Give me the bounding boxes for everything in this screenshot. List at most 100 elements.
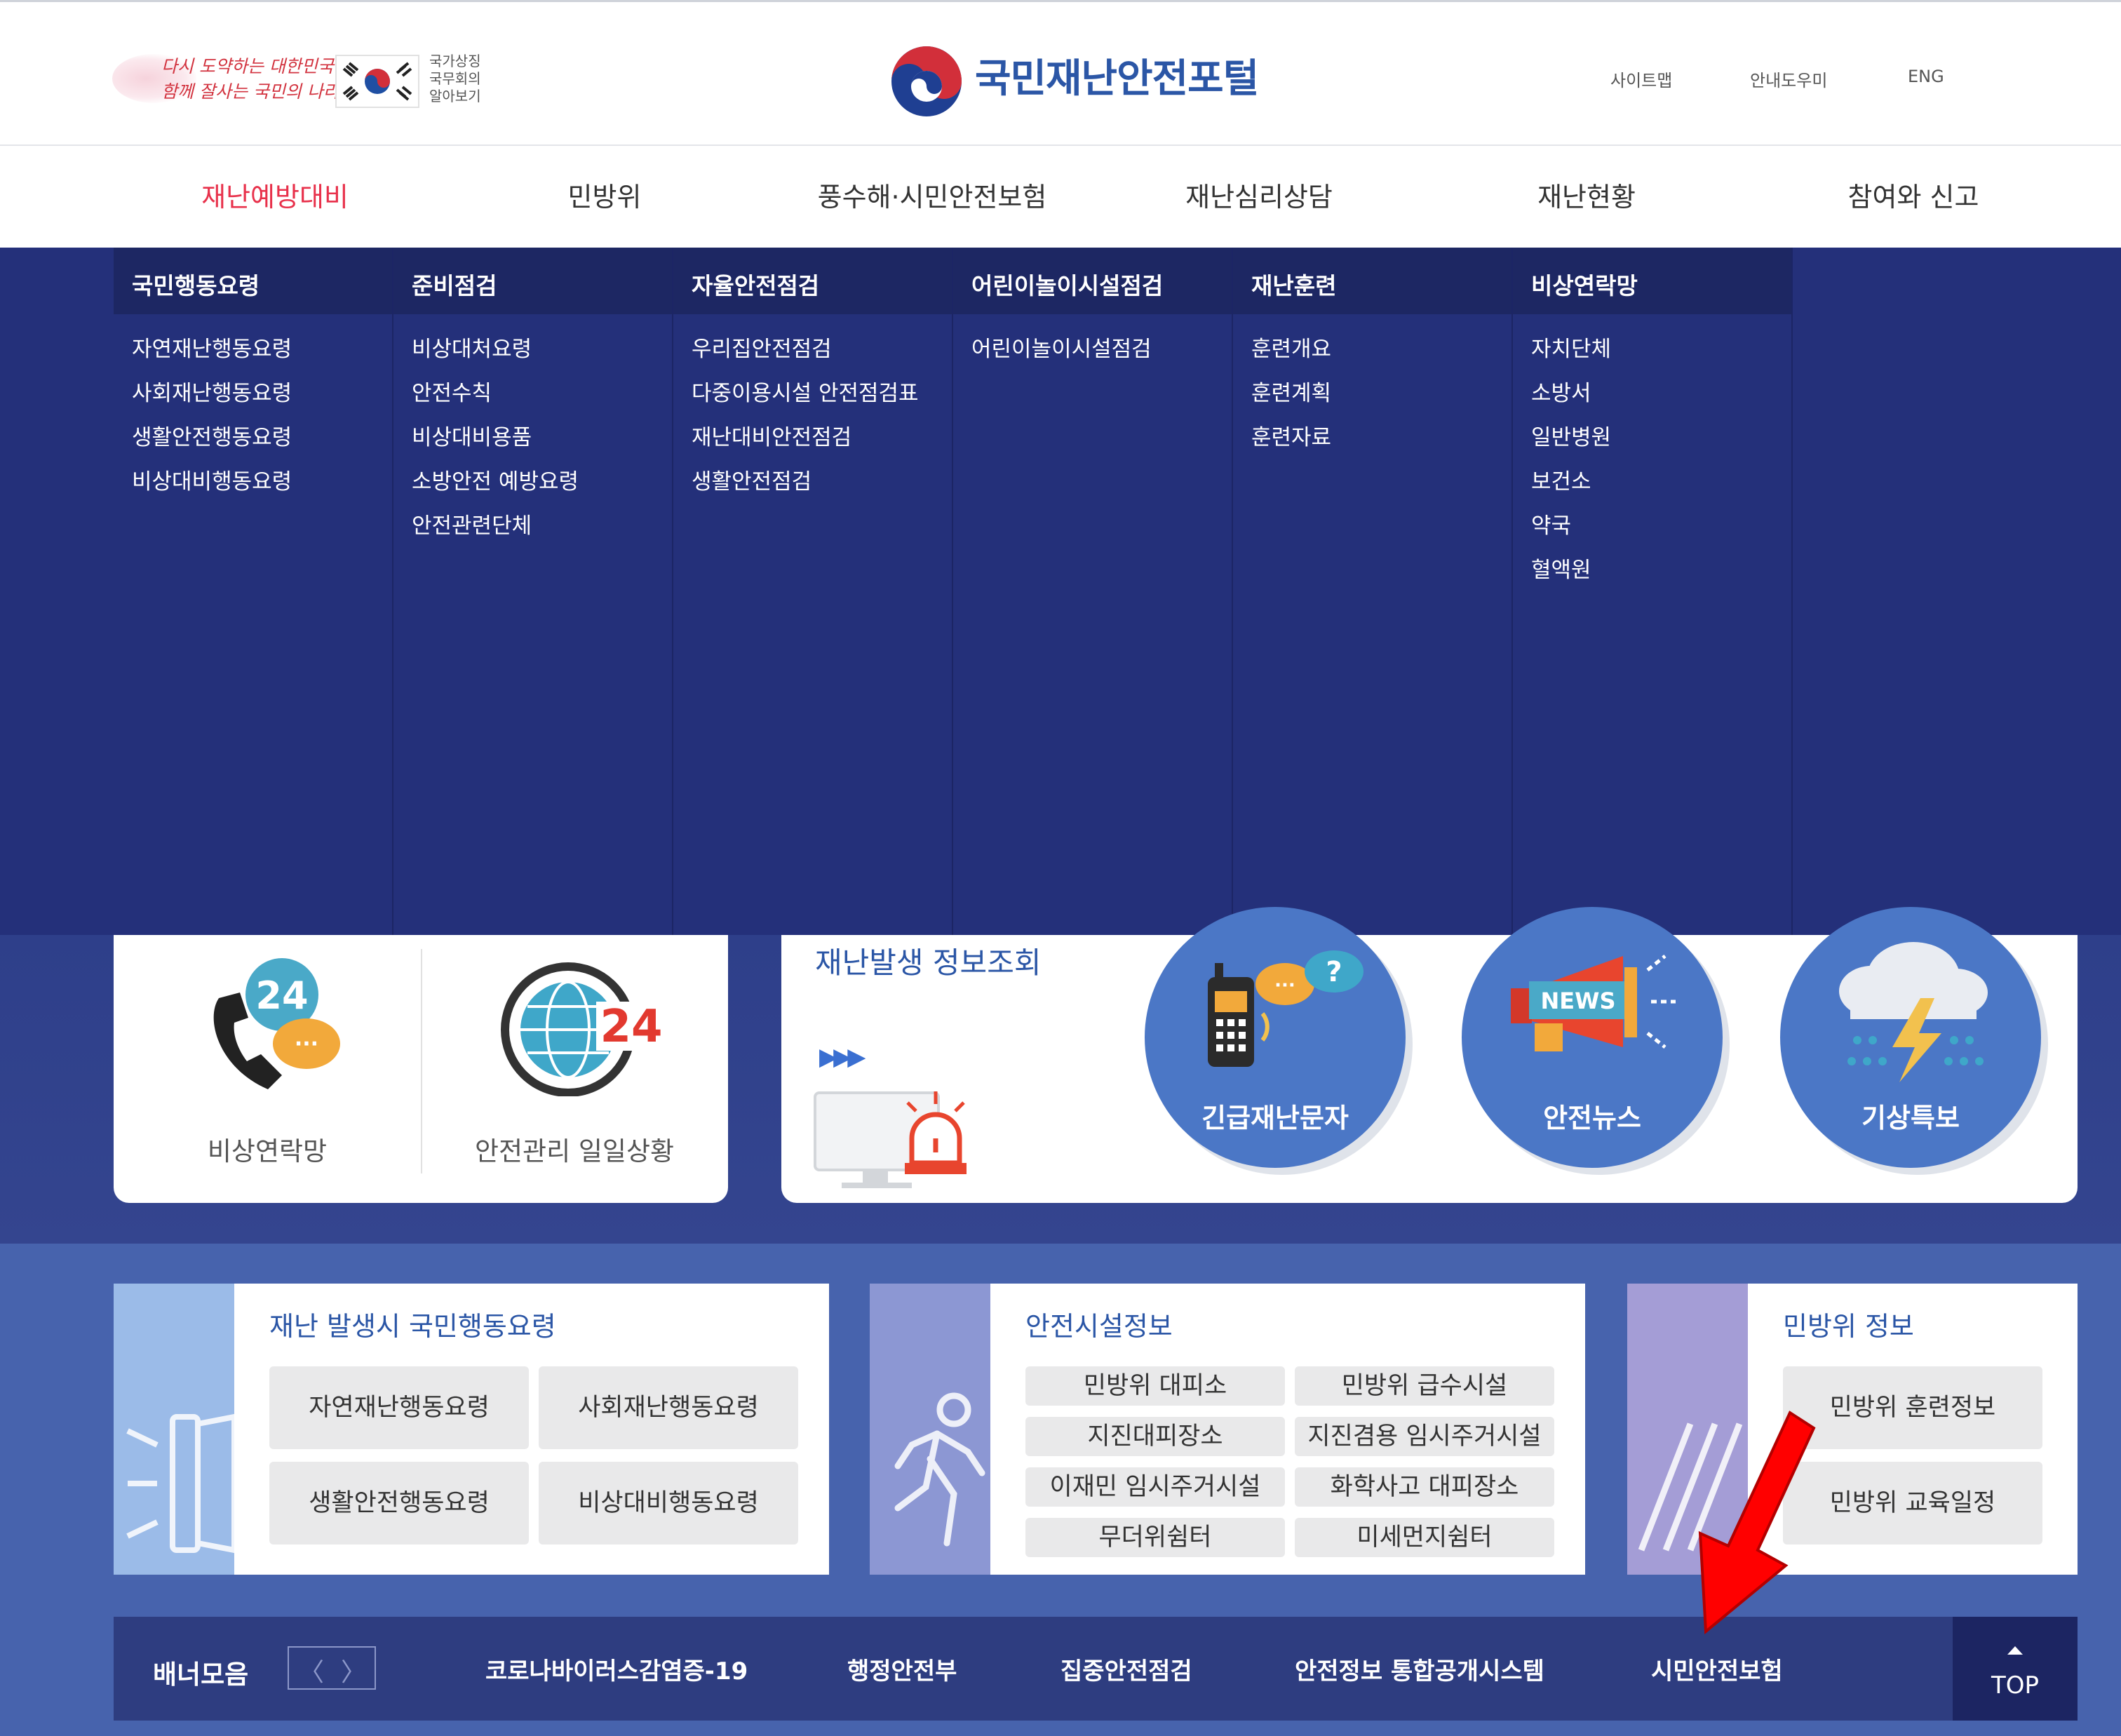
national-symbol-text-3: 알아보기	[429, 88, 481, 105]
mega-menu-item[interactable]: 혈액원	[1531, 556, 1791, 600]
mega-menu-item[interactable]: 비상대비용품	[412, 424, 672, 468]
social-disaster-guide-button[interactable]: 사회재난행동요령	[539, 1366, 798, 1449]
natural-disaster-guide-button[interactable]: 자연재난행동요령	[269, 1366, 529, 1449]
mega-col-self-check: 자율안전점검 우리집안전점검 다중이용시설 안전점검표 재난대비안전점검 생활안…	[673, 248, 953, 935]
civil-shelter-button[interactable]: 민방위 대피소	[1025, 1366, 1285, 1406]
quick-daily-safety-status[interactable]: 24 안전관리 일일상황	[421, 935, 728, 1203]
mega-menu-item[interactable]: 훈련개요	[1251, 335, 1511, 379]
svg-text:NEWS: NEWS	[1541, 988, 1616, 1014]
mega-col-training: 재난훈련 훈련개요 훈련계획 훈련자료	[1233, 248, 1513, 935]
nav-disaster-status[interactable]: 재난현황	[1425, 175, 1748, 215]
nav-participation-report[interactable]: 참여와 신고	[1752, 175, 2075, 215]
mega-menu-item[interactable]: 비상대처요령	[412, 335, 672, 379]
mega-menu-item[interactable]: 훈련계획	[1251, 379, 1511, 424]
banner-link-covid19[interactable]: 코로나바이러스감염증-19	[485, 1652, 748, 1686]
national-symbol-link[interactable]: 국가상징 국무회의 알아보기	[429, 53, 481, 105]
megaphone-side-icon	[114, 1284, 237, 1575]
portal-title[interactable]: 국민재난안전포털	[975, 47, 1259, 104]
nav-disaster-prevention[interactable]: 재난예방대비	[114, 175, 436, 215]
panel-title: 안전시설정보	[1025, 1311, 1173, 1342]
nav-storm-insurance[interactable]: 풍수해·시민안전보험	[771, 175, 1093, 215]
fine-dust-shelter-button[interactable]: 미세먼지쉼터	[1295, 1518, 1554, 1557]
running-person-side-icon	[870, 1284, 990, 1575]
mega-menu-item[interactable]: 약국	[1531, 512, 1791, 556]
earthquake-temp-housing-button[interactable]: 지진겸용 임시주거시설	[1295, 1417, 1554, 1456]
mega-menu-item[interactable]: 자연재난행동요령	[132, 335, 392, 379]
chemical-shelter-button[interactable]: 화학사고 대피장소	[1295, 1467, 1554, 1507]
displaced-temp-housing-button[interactable]: 이재민 임시주거시설	[1025, 1467, 1285, 1507]
mega-col-playground: 어린이놀이시설점검 어린이놀이시설점검	[953, 248, 1233, 935]
top-header: 다시 도약하는 대한민국 함께 잘사는 국민의 나라 국가상징 국무회의 알아보…	[0, 0, 2121, 146]
mega-menu-item[interactable]: 소방서	[1531, 379, 1791, 424]
taegukgi-flag-icon[interactable]	[335, 55, 419, 108]
banner-link-citizen-insurance[interactable]: 시민안전보험	[1651, 1652, 1783, 1686]
mega-menu-item[interactable]: 재난대비안전점검	[692, 424, 952, 468]
mega-menu-item[interactable]: 일반병원	[1531, 424, 1791, 468]
mega-menu-item[interactable]: 다중이용시설 안전점검표	[692, 379, 952, 424]
banner-link-mois[interactable]: 행정안전부	[847, 1652, 957, 1686]
mega-col-title[interactable]: 준비점검	[393, 248, 672, 314]
action-guide-panel: 재난 발생시 국민행동요령 자연재난행동요령 사회재난행동요령 생활안전행동요령…	[114, 1284, 829, 1575]
mega-menu-item[interactable]: 생활안전행동요령	[132, 424, 392, 468]
arrow-up-icon	[2007, 1646, 2023, 1655]
english-link[interactable]: ENG	[1908, 67, 1944, 86]
disaster-info-title[interactable]: 재난발생 정보조회	[815, 939, 1041, 982]
emergency-prep-guide-button[interactable]: 비상대비행동요령	[539, 1462, 798, 1545]
banner-link-intensive-inspection[interactable]: 집중안전점검	[1060, 1652, 1192, 1686]
panel-title: 민방위 정보	[1783, 1311, 1914, 1342]
disaster-info-card: 재난발생 정보조회 ▶▶▶ ··· ? 긴급재난문자 NEWS 안전뉴스 기상특…	[781, 907, 2078, 1203]
mega-menu-item[interactable]: 자치단체	[1531, 335, 1791, 379]
nav-psych-counseling[interactable]: 재난심리상담	[1098, 175, 1420, 215]
guide-helper-link[interactable]: 안내도우미	[1750, 67, 1827, 91]
sitemap-link[interactable]: 사이트맵	[1610, 67, 1672, 91]
mega-menu-columns: 국민행동요령 자연재난행동요령 사회재난행동요령 생활안전행동요령 비상대비행동…	[114, 248, 1794, 935]
emergency-text-button[interactable]: ··· ? 긴급재난문자	[1145, 907, 1406, 1168]
mega-menu-item[interactable]: 훈련자료	[1251, 424, 1511, 468]
life-safety-guide-button[interactable]: 생활안전행동요령	[269, 1462, 529, 1545]
scroll-top-button[interactable]: TOP	[1953, 1617, 2078, 1721]
heat-shelter-button[interactable]: 무더위쉼터	[1025, 1518, 1285, 1557]
panel-title: 재난 발생시 국민행동요령	[269, 1311, 556, 1342]
mega-menu-item[interactable]: 비상대비행동요령	[132, 468, 392, 512]
mega-col-title[interactable]: 재난훈련	[1233, 248, 1511, 314]
svg-text:···: ···	[1274, 975, 1295, 996]
arrows-icon: ▶▶▶	[819, 1043, 866, 1071]
phone-24-icon: 24 ···	[213, 958, 340, 1089]
banner-prev-button[interactable]: 〈	[299, 1652, 324, 1688]
mega-col-action-guide: 국민행동요령 자연재난행동요령 사회재난행동요령 생활안전행동요령 비상대비행동…	[114, 248, 393, 935]
banner-link-safety-info-system[interactable]: 안전정보 통합공개시스템	[1295, 1652, 1544, 1686]
mega-col-title[interactable]: 국민행동요령	[114, 248, 392, 314]
svg-text:···: ···	[295, 1032, 318, 1056]
monitor-alarm-icon	[814, 1091, 967, 1188]
civil-water-facility-button[interactable]: 민방위 급수시설	[1295, 1366, 1554, 1406]
mega-menu-item[interactable]: 안전수칙	[412, 379, 672, 424]
mega-col-emergency-contacts: 비상연락망 자치단체 소방서 일반병원 보건소 약국 혈액원	[1513, 248, 1793, 935]
government-logo-icon[interactable]	[888, 43, 965, 120]
mega-menu-item[interactable]: 우리집안전점검	[692, 335, 952, 379]
svg-text:24: 24	[255, 974, 308, 1018]
earthquake-shelter-button[interactable]: 지진대피장소	[1025, 1417, 1285, 1456]
mega-col-title[interactable]: 어린이놀이시설점검	[953, 248, 1232, 314]
weather-warning-button[interactable]: 기상특보	[1780, 907, 2041, 1168]
mega-col-title[interactable]: 비상연락망	[1513, 248, 1791, 314]
circle-label: 긴급재난문자	[1201, 1103, 1349, 1133]
nav-civil-defense[interactable]: 민방위	[443, 175, 766, 215]
weather-storm-icon	[1839, 942, 1988, 1082]
mega-menu-item[interactable]: 보건소	[1531, 468, 1791, 512]
mega-menu: 국민행동요령 자연재난행동요령 사회재난행동요령 생활안전행동요령 비상대비행동…	[0, 248, 2121, 935]
mega-menu-item[interactable]: 어린이놀이시설점검	[971, 335, 1232, 379]
quick-emergency-contacts[interactable]: 24 ··· 비상연락망	[114, 935, 421, 1203]
banner-next-button[interactable]: 〉	[341, 1652, 366, 1688]
mega-menu-item[interactable]: 소방안전 예방요령	[412, 468, 672, 512]
mega-menu-item[interactable]: 안전관련단체	[412, 512, 672, 556]
slogan-logo[interactable]: 다시 도약하는 대한민국 함께 잘사는 국민의 나라	[112, 46, 339, 116]
top-label: TOP	[1991, 1671, 2040, 1700]
red-arrow-icon	[1698, 1411, 1816, 1634]
mega-menu-item[interactable]: 생활안전점검	[692, 468, 952, 512]
mega-col-title[interactable]: 자율안전점검	[673, 248, 952, 314]
mega-menu-item[interactable]: 사회재난행동요령	[132, 379, 392, 424]
emergency-phone-icon: ··· ?	[1208, 950, 1364, 1067]
safety-news-button[interactable]: NEWS 안전뉴스	[1462, 907, 1723, 1168]
banner-label: 배너모음	[153, 1660, 249, 1690]
quick-label: 비상연락망	[207, 1136, 328, 1166]
